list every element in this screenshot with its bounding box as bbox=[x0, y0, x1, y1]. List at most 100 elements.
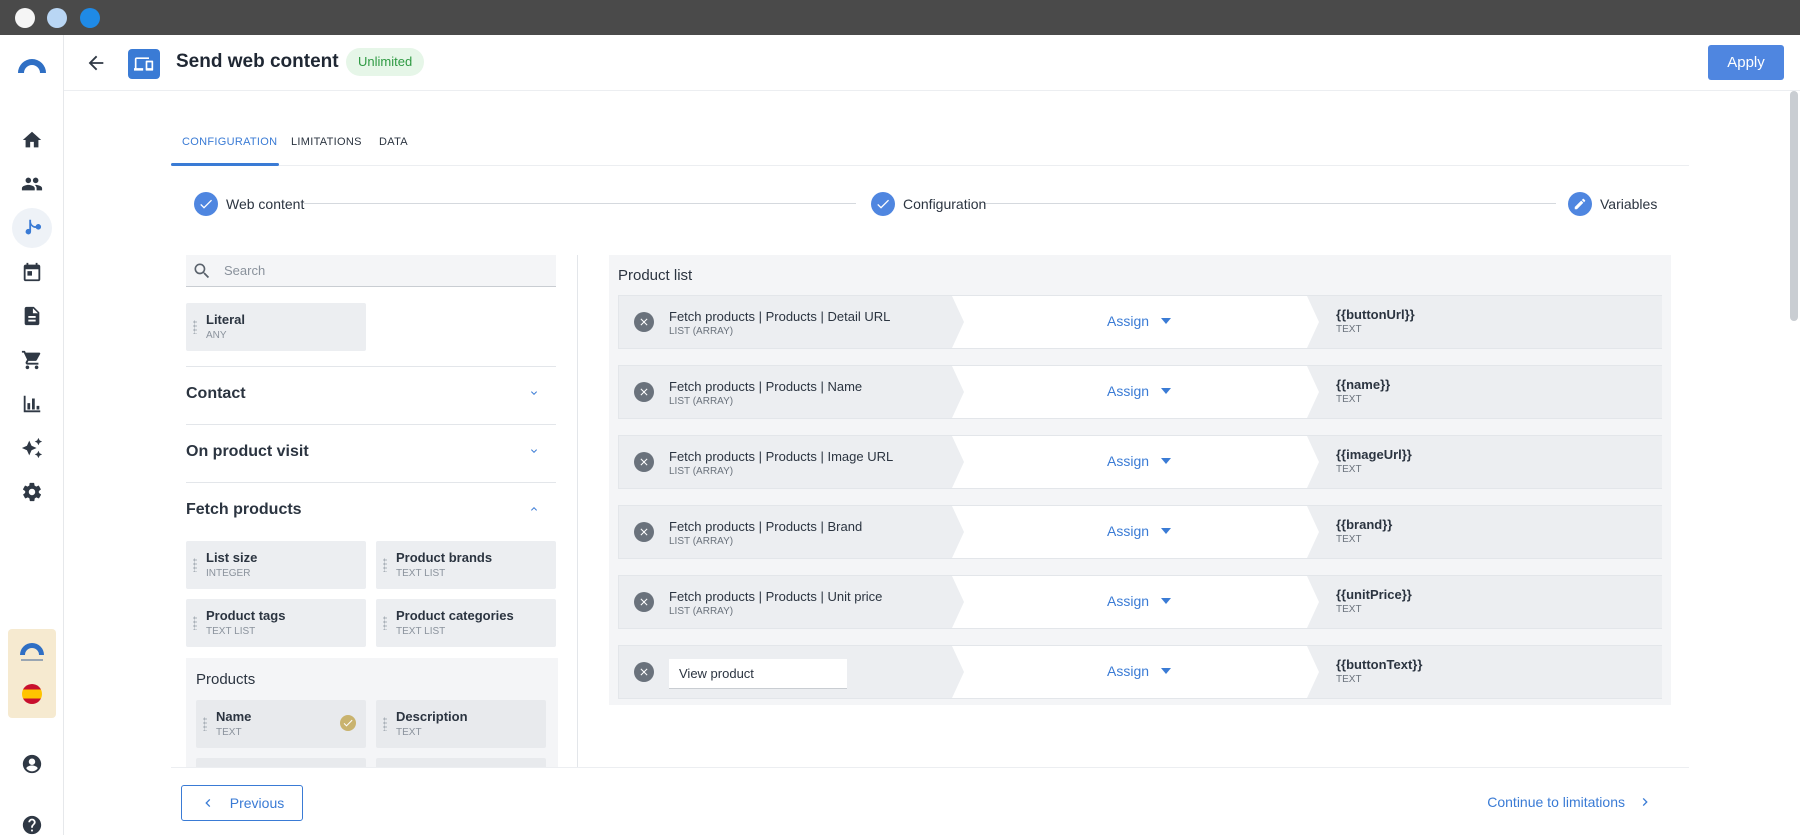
chevron-right-icon bbox=[1642, 798, 1648, 806]
step-connector bbox=[304, 203, 856, 204]
search-input[interactable] bbox=[224, 263, 524, 278]
assign-label: Assign bbox=[1107, 313, 1150, 329]
group-on-product-visit[interactable]: On product visit bbox=[186, 424, 556, 482]
sparkle-icon[interactable] bbox=[12, 428, 52, 468]
check-icon bbox=[871, 192, 895, 216]
variables-source-panel: Literal ANY Contact On product visit Fet… bbox=[186, 255, 558, 767]
step-web-content[interactable]: Web content bbox=[194, 192, 304, 216]
target-label: {{name}} bbox=[1336, 377, 1391, 392]
settings-icon[interactable] bbox=[12, 472, 52, 512]
remove-icon[interactable] bbox=[634, 522, 654, 542]
target-label: {{buttonUrl}} bbox=[1336, 307, 1415, 322]
products-subgroup: Products Name TEXT Description TEXT bbox=[186, 658, 558, 767]
drag-handle-icon[interactable] bbox=[193, 558, 197, 572]
drag-handle-icon[interactable] bbox=[383, 616, 387, 630]
remove-icon[interactable] bbox=[634, 382, 654, 402]
window-close-button[interactable] bbox=[15, 8, 35, 28]
help-icon[interactable] bbox=[12, 805, 52, 835]
variable-chip-list-size[interactable]: List size INTEGER bbox=[186, 541, 366, 589]
assign-dropdown[interactable]: Assign bbox=[1107, 383, 1172, 399]
variable-chip-product-tags[interactable]: Product tags TEXT LIST bbox=[186, 599, 366, 647]
assign-dropdown[interactable]: Assign bbox=[1107, 313, 1172, 329]
mapping-row: Fetch products | Products | Image URL LI… bbox=[618, 435, 1662, 489]
tab-data[interactable]: DATA bbox=[379, 136, 408, 148]
search-field[interactable] bbox=[186, 255, 556, 287]
apply-button[interactable]: Apply bbox=[1708, 45, 1784, 80]
account-icon[interactable] bbox=[12, 744, 52, 784]
source-label: Fetch products | Products | Detail URL bbox=[669, 309, 891, 324]
drag-handle-icon[interactable] bbox=[193, 616, 197, 630]
literal-value-input[interactable] bbox=[669, 659, 847, 689]
flow-icon[interactable] bbox=[12, 208, 52, 248]
document-icon[interactable] bbox=[12, 296, 52, 336]
people-icon[interactable] bbox=[12, 164, 52, 204]
chip-type: TEXT bbox=[396, 727, 422, 738]
variable-chip-name[interactable]: Name TEXT bbox=[196, 700, 366, 748]
scrollbar-thumb[interactable] bbox=[1790, 91, 1798, 321]
remove-icon[interactable] bbox=[634, 592, 654, 612]
step-variables[interactable]: Variables bbox=[1568, 192, 1657, 216]
cart-icon[interactable] bbox=[12, 340, 52, 380]
continue-link[interactable]: Continue to limitations bbox=[1487, 794, 1653, 810]
tab-configuration[interactable]: CONFIGURATION bbox=[182, 136, 277, 148]
drag-handle-icon[interactable] bbox=[193, 320, 197, 334]
mapping-row: Fetch products | Products | Name LIST (A… bbox=[618, 365, 1662, 419]
tab-limitations[interactable]: LIMITATIONS bbox=[291, 136, 362, 148]
target-type: TEXT bbox=[1336, 604, 1362, 615]
source-type: LIST (ARRAY) bbox=[669, 466, 734, 477]
window-maximize-button[interactable] bbox=[80, 8, 100, 28]
back-arrow-icon[interactable] bbox=[82, 49, 110, 77]
assign-dropdown[interactable]: Assign bbox=[1107, 523, 1172, 539]
target-type: TEXT bbox=[1336, 394, 1362, 405]
drag-handle-icon[interactable] bbox=[203, 717, 207, 731]
source-type: LIST (ARRAY) bbox=[669, 606, 734, 617]
variable-chip-partial[interactable] bbox=[376, 758, 546, 767]
source-label: Fetch products | Products | Image URL bbox=[669, 449, 894, 464]
group-fetch-products[interactable]: Fetch products bbox=[186, 482, 556, 540]
mapping-source: Fetch products | Products | Detail URL L… bbox=[619, 296, 964, 348]
remove-icon[interactable] bbox=[634, 662, 654, 682]
brand-logo-icon bbox=[20, 643, 44, 661]
previous-button[interactable]: Previous bbox=[181, 785, 303, 821]
target-type: TEXT bbox=[1336, 324, 1362, 335]
caret-down-icon bbox=[1161, 598, 1172, 604]
assign-label: Assign bbox=[1107, 593, 1150, 609]
source-type: LIST (ARRAY) bbox=[669, 396, 734, 407]
group-title: Fetch products bbox=[186, 501, 302, 518]
target-type: TEXT bbox=[1336, 674, 1362, 685]
chip-name: List size bbox=[206, 550, 258, 565]
promo-widget[interactable] bbox=[8, 629, 56, 718]
assign-dropdown[interactable]: Assign bbox=[1107, 453, 1172, 469]
remove-icon[interactable] bbox=[634, 452, 654, 472]
drag-handle-icon[interactable] bbox=[383, 717, 387, 731]
window-minimize-button[interactable] bbox=[47, 8, 67, 28]
assign-dropdown[interactable]: Assign bbox=[1107, 663, 1172, 679]
group-contact[interactable]: Contact bbox=[186, 366, 556, 424]
assign-label: Assign bbox=[1107, 383, 1150, 399]
variable-chip-product-categories[interactable]: Product categories TEXT LIST bbox=[376, 599, 556, 647]
mapping-source: Fetch products | Products | Image URL LI… bbox=[619, 436, 964, 488]
chart-icon[interactable] bbox=[12, 384, 52, 424]
assign-label: Assign bbox=[1107, 663, 1150, 679]
caret-down-icon bbox=[1161, 458, 1172, 464]
variable-chip-literal[interactable]: Literal ANY bbox=[186, 303, 366, 351]
calendar-icon[interactable] bbox=[12, 252, 52, 292]
mapping-target: {{buttonUrl}} TEXT bbox=[1307, 296, 1662, 348]
page-title: Send web content bbox=[176, 51, 339, 72]
mapping-target: {{brand}} TEXT bbox=[1307, 506, 1662, 558]
target-type: TEXT bbox=[1336, 534, 1362, 545]
step-configuration[interactable]: Configuration bbox=[871, 192, 986, 216]
group-title: Contact bbox=[186, 385, 246, 402]
mapping-target: {{unitPrice}} TEXT bbox=[1307, 576, 1662, 628]
assign-dropdown[interactable]: Assign bbox=[1107, 593, 1172, 609]
variable-chip-partial[interactable] bbox=[196, 758, 366, 767]
variable-chip-description[interactable]: Description TEXT bbox=[376, 700, 546, 748]
group-title: On product visit bbox=[186, 443, 309, 460]
scrollbar[interactable] bbox=[1788, 91, 1800, 835]
home-icon[interactable] bbox=[12, 120, 52, 160]
step-label: Configuration bbox=[903, 196, 987, 212]
variable-chip-product-brands[interactable]: Product brands TEXT LIST bbox=[376, 541, 556, 589]
app-logo[interactable] bbox=[12, 45, 52, 85]
drag-handle-icon[interactable] bbox=[383, 558, 387, 572]
remove-icon[interactable] bbox=[634, 312, 654, 332]
